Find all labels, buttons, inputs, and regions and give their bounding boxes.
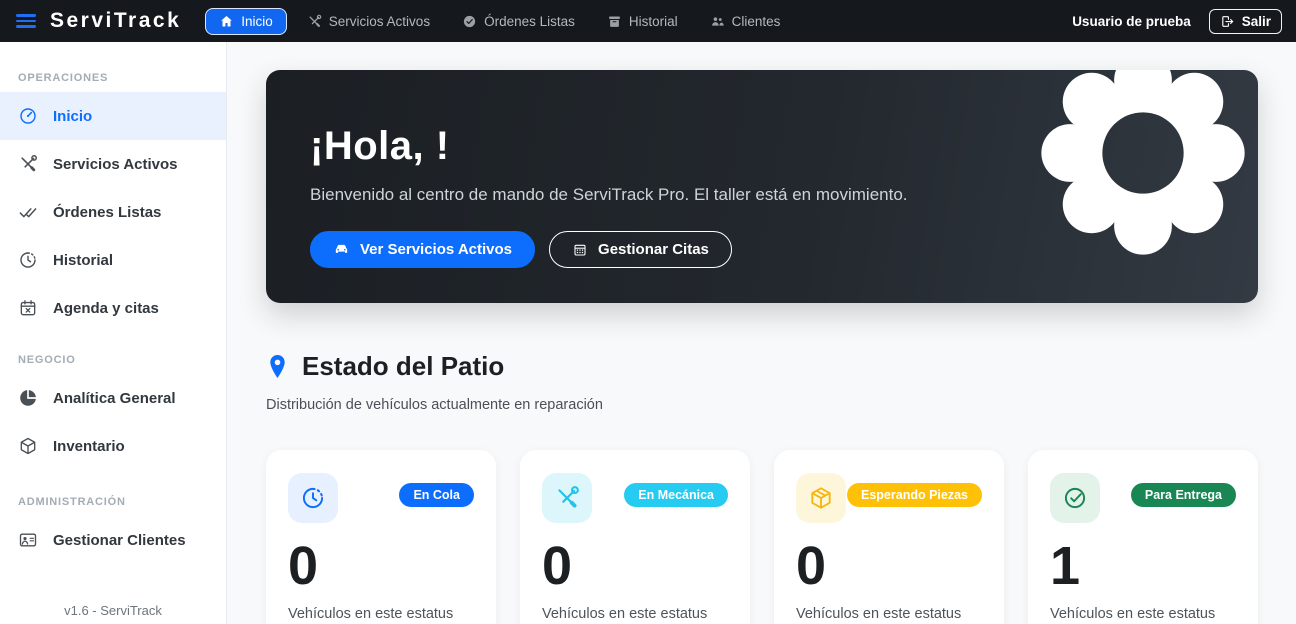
hamburger-menu-icon[interactable] xyxy=(16,14,36,27)
app-version: v1.6 - ServiTrack xyxy=(0,593,226,624)
user-name: Usuario de prueba xyxy=(1072,14,1191,29)
topnav-label: Órdenes Listas xyxy=(484,14,575,29)
sidebar-item-label: Servicios Activos xyxy=(53,156,178,173)
gear-icon xyxy=(1036,70,1250,260)
hero-banner: ¡Hola, ! Bienvenido al centro de mando d… xyxy=(266,70,1258,303)
sidebar-item-label: Analítica General xyxy=(53,390,176,407)
button-label: Gestionar Citas xyxy=(598,241,709,258)
main-content: ¡Hola, ! Bienvenido al centro de mando d… xyxy=(227,42,1296,624)
sidebar-item-label: Historial xyxy=(53,252,113,269)
status-count: 0 xyxy=(542,539,728,593)
pie-chart-icon xyxy=(18,388,38,408)
sidebar-item-label: Órdenes Listas xyxy=(53,204,161,221)
calendar-grid-icon xyxy=(572,242,588,258)
sidebar-section-operaciones: OPERACIONES xyxy=(0,72,226,84)
sidebar-item-agenda-y-citas[interactable]: Agenda y citas xyxy=(0,284,226,332)
status-badge: Para Entrega xyxy=(1131,483,1236,507)
tools-icon xyxy=(307,14,322,29)
clock-history-icon xyxy=(18,250,38,270)
topnav-label: Clientes xyxy=(732,14,781,29)
status-count: 1 xyxy=(1050,539,1236,593)
tools-icon xyxy=(18,154,38,174)
person-card-icon xyxy=(18,530,38,550)
topnav-ordenes-listas[interactable]: Órdenes Listas xyxy=(450,8,587,35)
check-circle-icon xyxy=(1050,473,1100,523)
sidebar-item-servicios-activos[interactable]: Servicios Activos xyxy=(0,140,226,188)
status-label: Vehículos en este estatus xyxy=(542,606,728,622)
box-icon xyxy=(18,436,38,456)
topnav-label: Historial xyxy=(629,14,678,29)
status-count: 0 xyxy=(288,539,474,593)
logout-label: Salir xyxy=(1242,14,1271,29)
topbar-right: Usuario de prueba Salir xyxy=(1072,9,1282,34)
sidebar-item-inicio[interactable]: Inicio xyxy=(0,92,226,140)
sidebar-item-gestionar-clientes[interactable]: Gestionar Clientes xyxy=(0,516,226,564)
sidebar-section-negocio: NEGOCIO xyxy=(0,354,226,366)
ver-servicios-activos-button[interactable]: Ver Servicios Activos xyxy=(310,231,535,268)
logout-icon xyxy=(1220,14,1235,29)
sidebar: OPERACIONES Inicio Servicios Activos Órd… xyxy=(0,42,227,624)
tools-icon xyxy=(542,473,592,523)
status-card-para-entrega: Para Entrega 1 Vehículos en este estatus xyxy=(1028,450,1258,624)
status-label: Vehículos en este estatus xyxy=(796,606,982,622)
topnav-label: Servicios Activos xyxy=(329,14,430,29)
patio-title: Estado del Patio xyxy=(302,351,504,382)
logout-button[interactable]: Salir xyxy=(1209,9,1282,34)
topbar: ServiTrack Inicio Servicios Activos Órde… xyxy=(0,0,1296,42)
package-icon xyxy=(796,473,846,523)
status-badge: En Mecánica xyxy=(624,483,728,507)
status-card-esperando-piezas: Esperando Piezas 0 Vehículos en este est… xyxy=(774,450,1004,624)
home-icon xyxy=(219,14,234,29)
sidebar-item-label: Agenda y citas xyxy=(53,300,159,317)
sidebar-section-administracion: ADMINISTRACIÓN xyxy=(0,496,226,508)
status-badge: Esperando Piezas xyxy=(847,483,982,507)
patio-section-header: Estado del Patio xyxy=(266,351,1258,382)
status-label: Vehículos en este estatus xyxy=(1050,606,1236,622)
sidebar-item-historial[interactable]: Historial xyxy=(0,236,226,284)
calendar-x-icon xyxy=(18,298,38,318)
brand-logo: ServiTrack xyxy=(50,9,181,33)
car-front-icon xyxy=(333,241,350,258)
patio-subtitle: Distribución de vehículos actualmente en… xyxy=(266,397,1258,413)
topnav-clientes[interactable]: Clientes xyxy=(698,8,793,35)
check-all-icon xyxy=(18,202,38,222)
button-label: Ver Servicios Activos xyxy=(360,241,512,258)
status-cards-row: En Cola 0 Vehículos en este estatus En M… xyxy=(266,450,1258,624)
clock-history-icon xyxy=(288,473,338,523)
sidebar-item-inventario[interactable]: Inventario xyxy=(0,422,226,470)
topnav-servicios-activos[interactable]: Servicios Activos xyxy=(295,8,442,35)
status-badge: En Cola xyxy=(399,483,474,507)
speedometer-icon xyxy=(18,106,38,126)
people-icon xyxy=(710,14,725,29)
sidebar-item-label: Inicio xyxy=(53,108,92,125)
top-navigation: Inicio Servicios Activos Órdenes Listas … xyxy=(205,8,792,35)
gestionar-citas-button[interactable]: Gestionar Citas xyxy=(549,231,732,268)
sidebar-item-ordenes-listas[interactable]: Órdenes Listas xyxy=(0,188,226,236)
sidebar-item-analitica-general[interactable]: Analítica General xyxy=(0,374,226,422)
topnav-label: Inicio xyxy=(241,14,273,29)
topnav-historial[interactable]: Historial xyxy=(595,8,690,35)
status-label: Vehículos en este estatus xyxy=(288,606,474,622)
sidebar-item-label: Inventario xyxy=(53,438,125,455)
sidebar-item-label: Gestionar Clientes xyxy=(53,532,186,549)
servitrack-app: ServiTrack Inicio Servicios Activos Órde… xyxy=(0,0,1296,624)
check-circle-icon xyxy=(462,14,477,29)
topnav-inicio[interactable]: Inicio xyxy=(205,8,287,35)
status-card-en-mecanica: En Mecánica 0 Vehículos en este estatus xyxy=(520,450,750,624)
archive-icon xyxy=(607,14,622,29)
map-pin-icon xyxy=(266,353,289,380)
status-count: 0 xyxy=(796,539,982,593)
status-card-en-cola: En Cola 0 Vehículos en este estatus xyxy=(266,450,496,624)
